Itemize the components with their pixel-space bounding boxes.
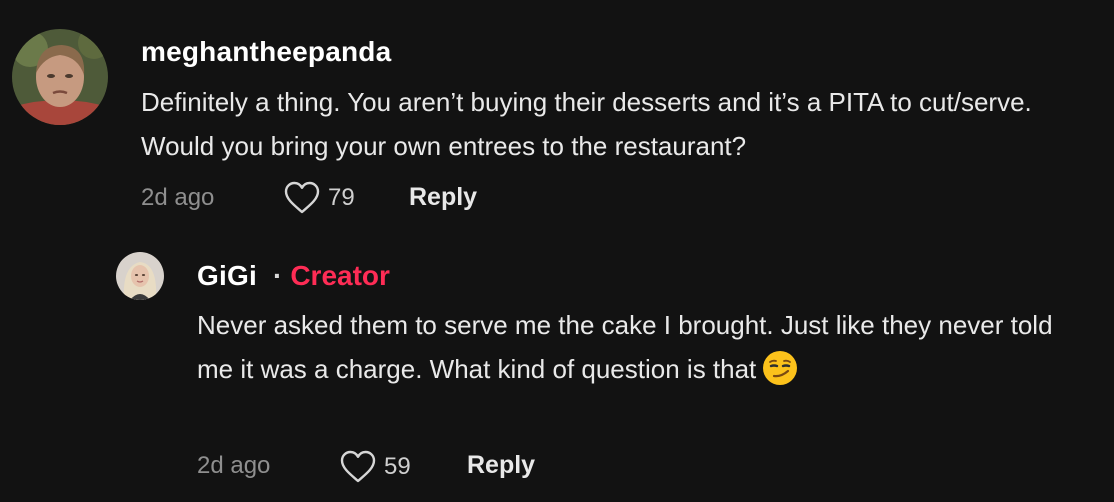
smirking-face-icon (763, 351, 798, 385)
heart-icon (284, 181, 320, 214)
creator-label-row: · Creator (273, 260, 390, 292)
comment-username[interactable]: meghantheepanda (141, 36, 391, 68)
reply-button[interactable]: Reply (467, 451, 535, 480)
like-count: 79 (328, 184, 355, 211)
avatar[interactable] (116, 252, 164, 300)
avatar-photo (12, 29, 108, 125)
reply-text-container: Never asked them to serve me the cake I … (197, 303, 1077, 391)
like-count: 59 (384, 453, 411, 480)
separator-dot: · (273, 260, 283, 291)
reply-button[interactable]: Reply (409, 183, 477, 212)
reply-username[interactable]: GiGi (197, 260, 257, 292)
reply-text: Never asked them to serve me the cake I … (197, 310, 1053, 384)
reply-timestamp: 2d ago (197, 452, 271, 479)
comment-timestamp: 2d ago (141, 184, 215, 211)
like-button[interactable]: 59 (340, 450, 411, 484)
avatar-photo (116, 252, 164, 300)
creator-badge: Creator (290, 260, 390, 291)
like-button[interactable]: 79 (284, 181, 355, 215)
avatar[interactable] (12, 29, 108, 125)
comment-text: Definitely a thing. You aren’t buying th… (141, 87, 1032, 161)
heart-icon (340, 450, 376, 483)
